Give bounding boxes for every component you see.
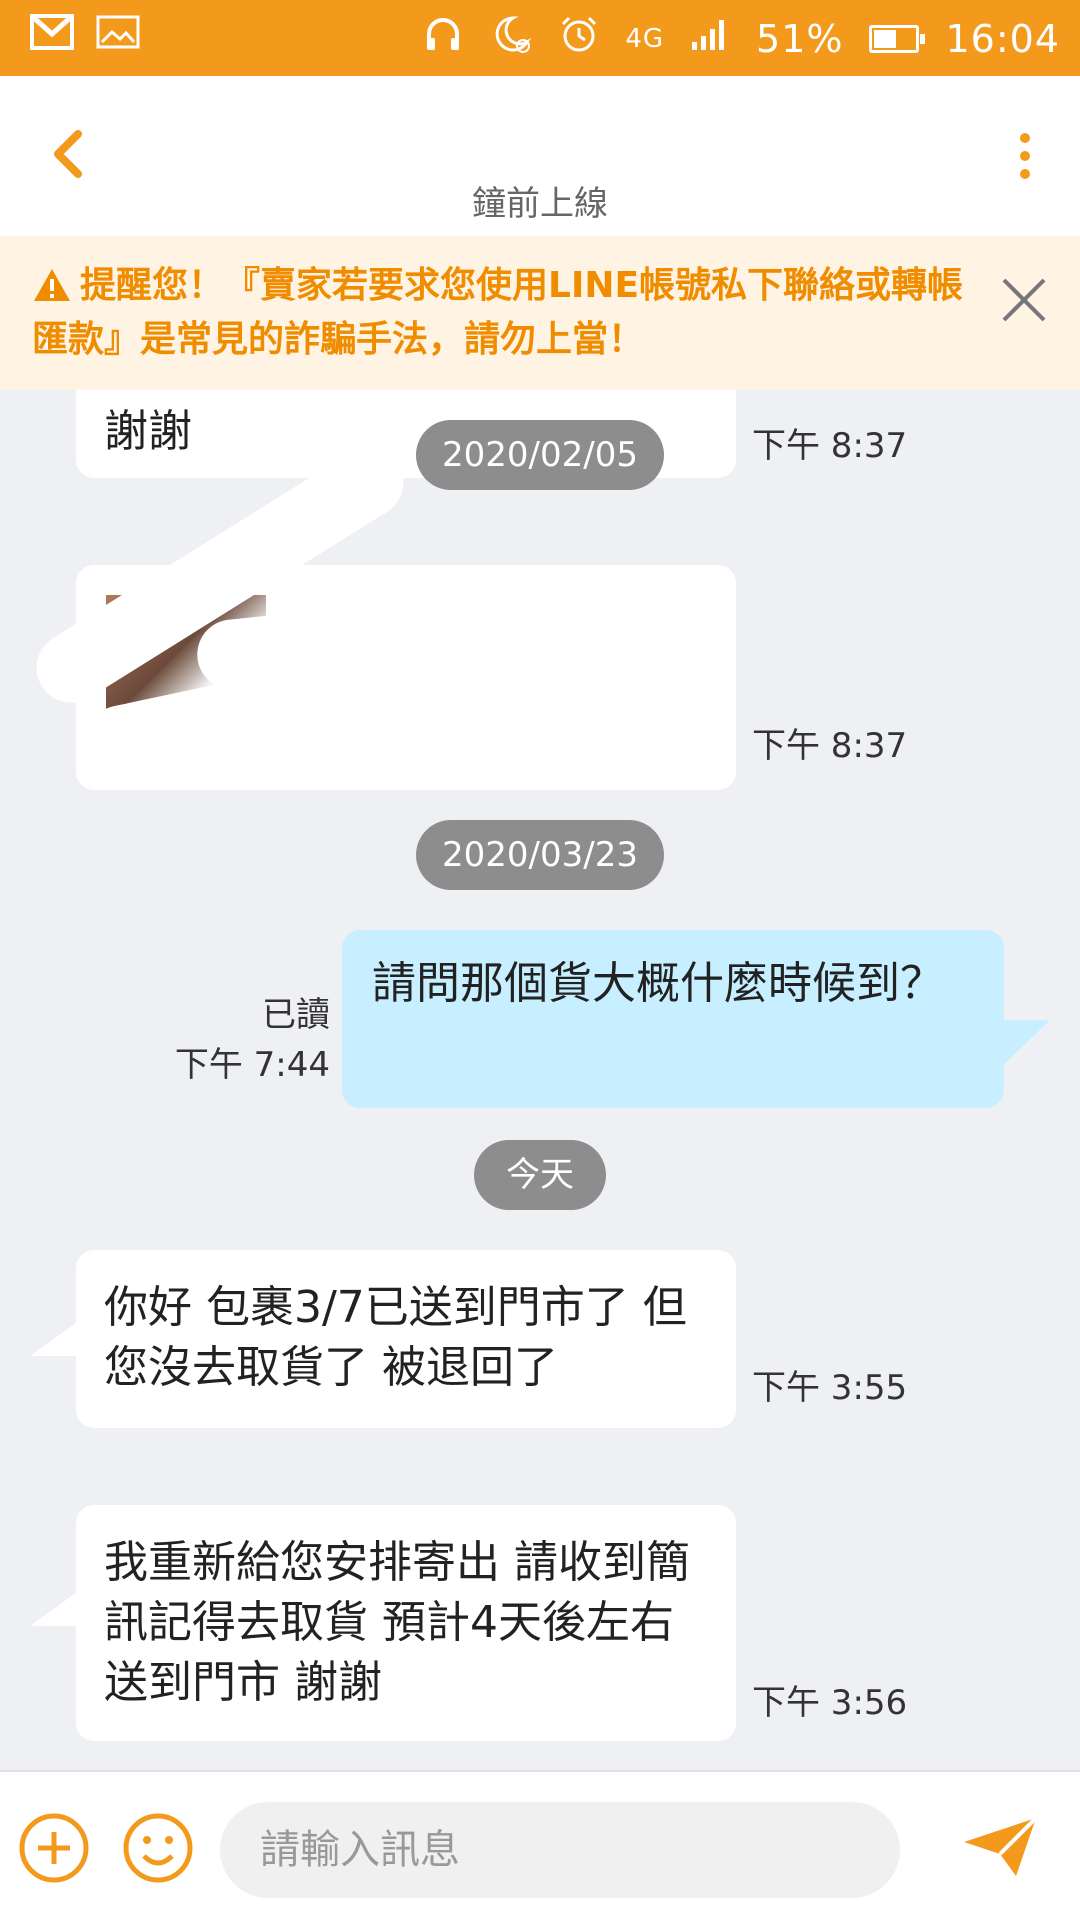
image-icon: [96, 14, 140, 54]
message-text: 我重新給您安排寄出 請收到簡訊記得去取貨 預計4天後左右送到門市 謝謝: [104, 1537, 690, 1708]
close-warning-button[interactable]: [998, 274, 1050, 326]
outgoing-message: 請問那個貨大概什麼時候到？: [342, 930, 1004, 1108]
message-time: 下午 8:37: [752, 726, 908, 766]
last-online-status: 鐘前上線: [472, 184, 608, 224]
message-list[interactable]: 謝謝 下午 8:37 2020/02/05 下午 8:37 2020/03/23…: [0, 390, 1080, 1770]
read-receipt: 已讀 下午 7:44: [170, 990, 330, 1090]
battery-icon: [869, 24, 926, 53]
message-time: 下午 8:37: [752, 426, 908, 466]
message-time: 下午 3:56: [752, 1683, 908, 1723]
read-status: 已讀: [262, 995, 330, 1035]
add-attachment-button[interactable]: [18, 1812, 90, 1884]
bubble-tail: [998, 1020, 1050, 1070]
alarm-icon: [559, 14, 599, 63]
close-icon: [1002, 278, 1046, 322]
message-input[interactable]: [220, 1802, 900, 1898]
warning-icon: [32, 267, 72, 316]
scam-warning-banner: 提醒您！『賣家若要求您使用LINE帳號私下聯絡或轉帳匯款』是常見的詐騙手法，請勿…: [0, 236, 1080, 390]
chevron-left-icon: [54, 130, 82, 178]
send-icon: [964, 1816, 1038, 1876]
emoji-button[interactable]: [122, 1812, 194, 1884]
plus-circle-icon: [19, 1813, 89, 1883]
signal-icon: [690, 16, 730, 61]
bubble-tail: [30, 1320, 80, 1356]
incoming-message: 我重新給您安排寄出 請收到簡訊記得去取貨 預計4天後左右送到門市 謝謝: [76, 1505, 736, 1741]
more-options-button[interactable]: [1010, 126, 1040, 186]
message-time: 下午 3:55: [752, 1368, 908, 1408]
battery-percent: 51%: [756, 16, 844, 61]
message-text: 謝謝: [104, 406, 192, 457]
date-separator: 2020/03/23: [416, 820, 664, 890]
mail-icon: [30, 14, 74, 54]
back-button[interactable]: [40, 124, 100, 184]
warning-text: 提醒您！『賣家若要求您使用LINE帳號私下聯絡或轉帳匯款』是常見的詐騙手法，請勿…: [32, 265, 964, 360]
send-button[interactable]: [960, 1812, 1040, 1882]
date-separator: 2020/02/05: [416, 420, 664, 490]
chat-header: 鐘前上線: [0, 76, 1080, 236]
do-not-disturb-moon-icon: [489, 12, 533, 65]
message-text: 你好 包裹3/7已送到門市了 但您沒去取貨了 被退回了: [104, 1282, 687, 1393]
date-separator: 今天: [474, 1140, 606, 1210]
headphones-icon: [423, 14, 463, 63]
network-type: 4G: [625, 23, 665, 54]
status-bar: 4G 51% 16:04: [0, 0, 1080, 76]
more-vertical-icon: [1020, 133, 1030, 179]
message-text: 請問那個貨大概什麼時候到？: [372, 958, 944, 1009]
message-input-bar: [0, 1770, 1080, 1922]
incoming-message: 你好 包裹3/7已送到門市了 但您沒去取貨了 被退回了: [76, 1250, 736, 1428]
clock: 16:04: [945, 16, 1060, 61]
message-time: 下午 7:44: [174, 1045, 330, 1085]
bubble-tail: [30, 1590, 80, 1626]
smiley-icon: [123, 1813, 193, 1883]
